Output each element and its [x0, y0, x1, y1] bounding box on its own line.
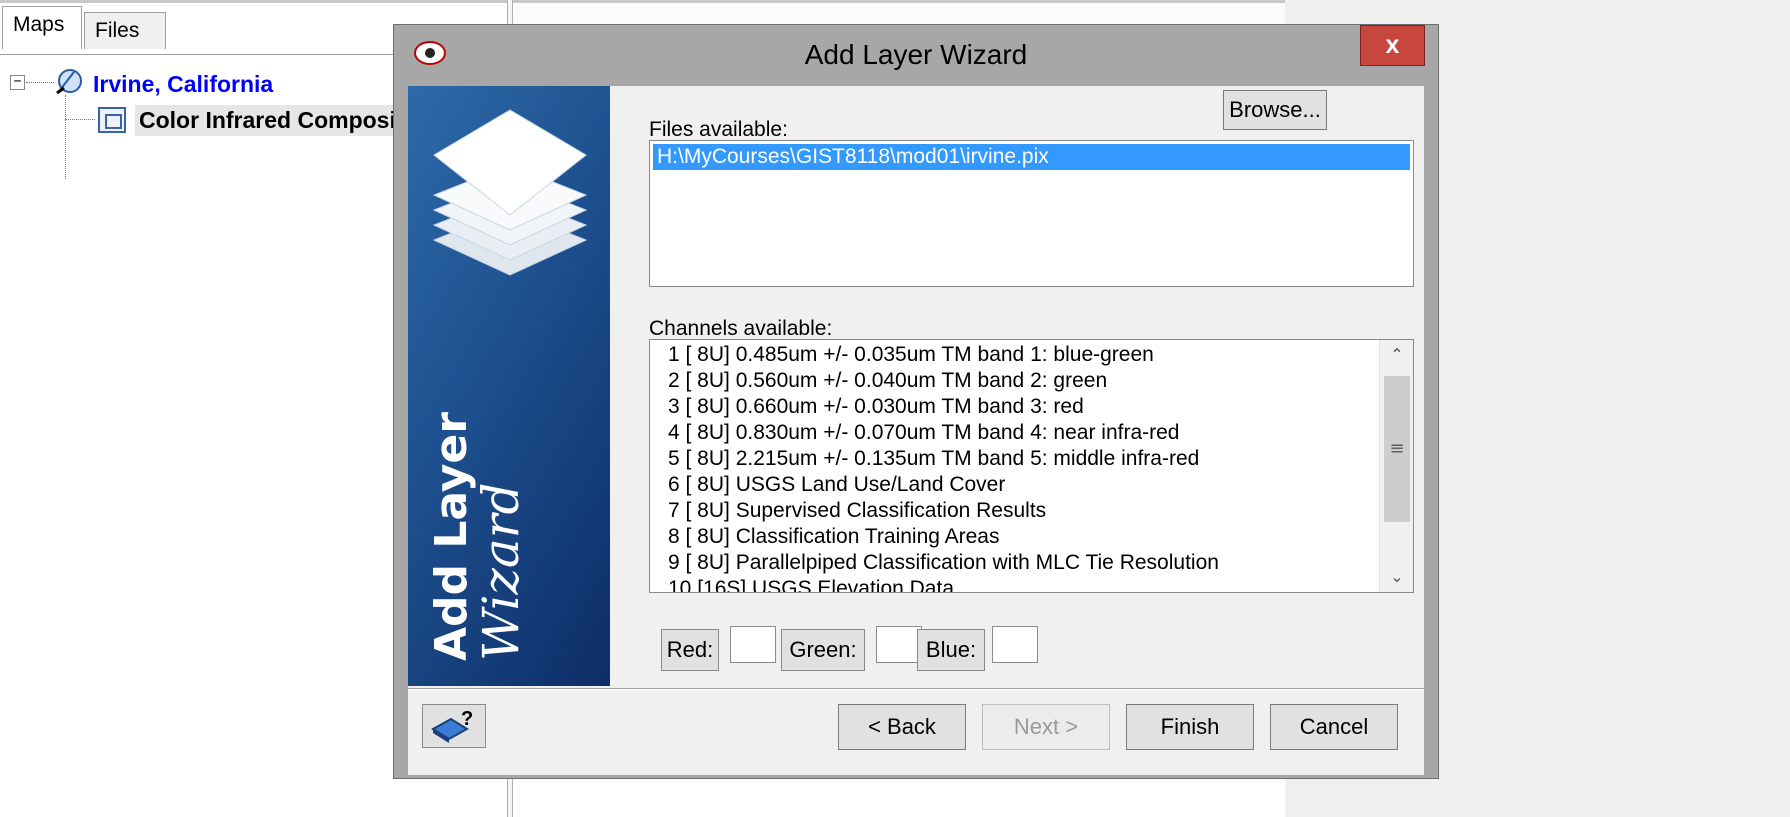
tree-map-item[interactable]: Irvine, California	[93, 71, 273, 98]
blue-channel-box[interactable]	[992, 626, 1038, 663]
channels-scrollbar[interactable]: ⌃ ≡ ⌄	[1379, 340, 1413, 592]
tab-files[interactable]: Files	[84, 12, 166, 49]
dialog-title: Add Layer Wizard	[804, 39, 1028, 70]
tree-connector	[65, 119, 95, 120]
tree-connector	[26, 82, 54, 83]
layer-raster-icon	[98, 107, 126, 133]
scroll-up-arrow-icon[interactable]: ⌃	[1380, 340, 1413, 370]
red-channel-button[interactable]: Red:	[661, 629, 719, 671]
channel-item[interactable]: 5 [ 8U] 2.215um +/- 0.135um TM band 5: m…	[668, 446, 1388, 472]
channels-listbox[interactable]: 1 [ 8U] 0.485um +/- 0.035um TM band 1: b…	[649, 339, 1414, 593]
wizard-banner: Add Layer Wizard	[408, 86, 610, 686]
browse-button[interactable]: Browse...	[1223, 90, 1327, 130]
channel-item[interactable]: 2 [ 8U] 0.560um +/- 0.040um TM band 2: g…	[668, 368, 1388, 394]
files-listbox[interactable]: H:\MyCourses\GIST8118\mod01\irvine.pix	[649, 140, 1414, 287]
svg-text:?: ?	[461, 708, 473, 730]
next-button[interactable]: Next >	[982, 704, 1110, 750]
cancel-button[interactable]: Cancel	[1270, 704, 1398, 750]
red-channel-box[interactable]	[730, 626, 776, 663]
finish-button[interactable]: Finish	[1126, 704, 1254, 750]
channel-item[interactable]: 6 [ 8U] USGS Land Use/Land Cover	[668, 472, 1388, 498]
channel-item[interactable]: 3 [ 8U] 0.660um +/- 0.030um TM band 3: r…	[668, 394, 1388, 420]
scroll-down-arrow-icon[interactable]: ⌄	[1380, 562, 1413, 592]
channel-item[interactable]: 9 [ 8U] Parallelpiped Classification wit…	[668, 550, 1388, 576]
close-button[interactable]: x	[1360, 25, 1425, 66]
dialog-separator	[408, 688, 1424, 690]
banner-caption: Add Layer Wizard	[426, 412, 530, 661]
map-view-area	[513, 3, 1285, 23]
map-tree: − Irvine, California Color Infrared Comp…	[0, 60, 400, 179]
tree-collapse-icon[interactable]: −	[10, 75, 25, 90]
tree-connector	[65, 95, 66, 179]
files-list-item[interactable]: H:\MyCourses\GIST8118\mod01\irvine.pix	[653, 144, 1410, 170]
dialog-titlebar[interactable]: Add Layer Wizard x	[394, 25, 1438, 86]
channel-item[interactable]: 4 [ 8U] 0.830um +/- 0.070um TM band 4: n…	[668, 420, 1388, 446]
green-channel-button[interactable]: Green:	[781, 629, 865, 671]
add-layer-wizard-dialog: Add Layer Wizard x Add Layer Wizard File…	[393, 24, 1439, 779]
channel-item[interactable]: 8 [ 8U] Classification Training Areas	[668, 524, 1388, 550]
map-globe-icon	[56, 69, 82, 95]
channel-rows: 1 [ 8U] 0.485um +/- 0.035um TM band 1: b…	[668, 342, 1388, 592]
tab-maps[interactable]: Maps	[2, 6, 82, 49]
layers-stack-icon	[432, 109, 588, 276]
blue-channel-button[interactable]: Blue:	[917, 629, 985, 671]
back-button[interactable]: < Back	[838, 704, 966, 750]
channel-item[interactable]: 7 [ 8U] Supervised Classification Result…	[668, 498, 1388, 524]
green-channel-box[interactable]	[876, 626, 922, 663]
channel-item[interactable]: 10 [16S] USGS Elevation Data	[668, 576, 1388, 592]
tree-layer-item[interactable]: Color Infrared Composi	[135, 105, 395, 136]
banner-line1: Add Layer	[426, 412, 477, 661]
banner-line2: Wizard	[472, 482, 530, 661]
help-button[interactable]: ?	[422, 704, 486, 748]
files-available-label: Files available:	[649, 118, 788, 141]
channels-available-label: Channels available:	[649, 317, 833, 340]
channel-item[interactable]: 1 [ 8U] 0.485um +/- 0.035um TM band 1: b…	[668, 342, 1388, 368]
help-book-icon: ?	[431, 708, 473, 743]
dialog-client-area: Add Layer Wizard Files available: Browse…	[408, 86, 1424, 775]
scroll-thumb[interactable]: ≡	[1384, 376, 1410, 522]
